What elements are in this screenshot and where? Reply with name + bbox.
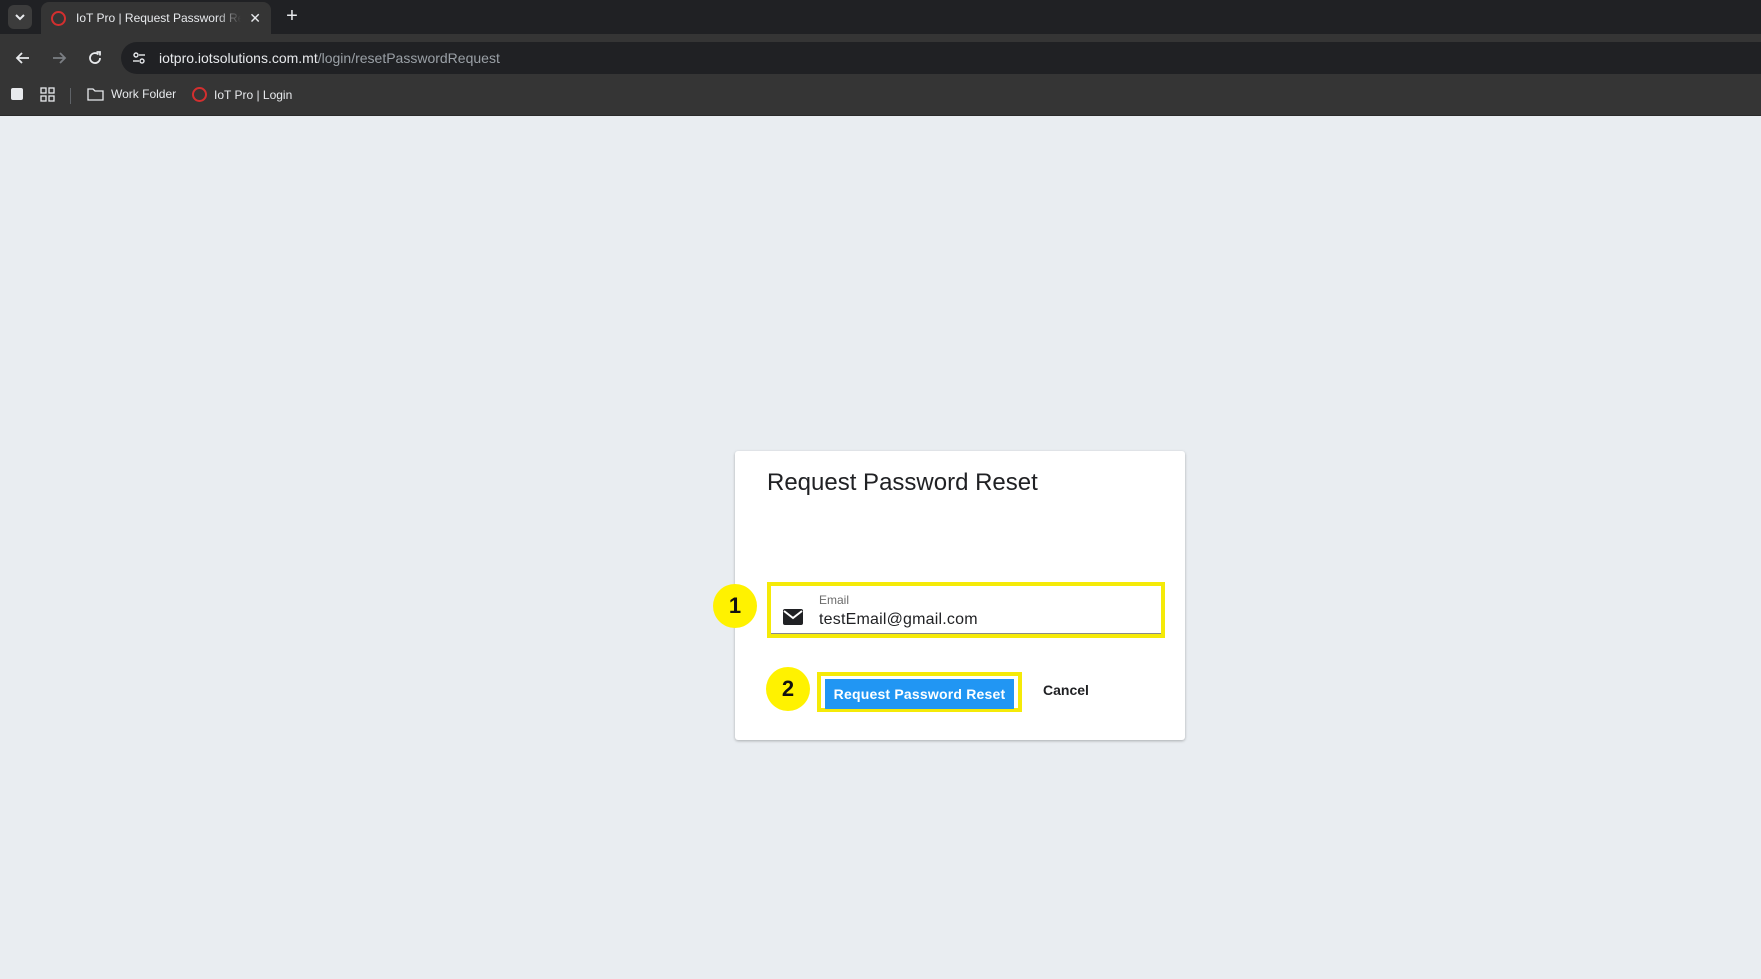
active-tab[interactable]: IoT Pro | Request Password Reset ✕ — [41, 2, 271, 34]
tab-title: IoT Pro | Request Password Reset — [76, 11, 241, 25]
email-field-highlight: Email — [767, 582, 1165, 638]
bookmarks-divider — [70, 88, 71, 104]
navigation-bar: iotpro.iotsolutions.com.mt/login/resetPa… — [0, 34, 1761, 76]
site-settings-icon[interactable] — [125, 44, 153, 72]
tab-search-button[interactable] — [8, 5, 32, 29]
bookmark-work-folder[interactable]: Work Folder — [87, 87, 176, 101]
chevron-down-icon — [15, 14, 25, 21]
page-title: Request Password Reset — [767, 469, 1038, 496]
email-input[interactable] — [819, 611, 1139, 629]
bookmark-app-square[interactable] — [10, 87, 24, 101]
iot-pro-ring-icon — [192, 87, 207, 102]
bookmark-iot-pro-login[interactable]: IoT Pro | Login — [192, 87, 292, 102]
url-path: /login/resetPasswordRequest — [317, 50, 500, 66]
submit-button-highlight: Request Password Reset — [817, 672, 1022, 712]
bookmarks-bar: Work Folder IoT Pro | Login — [0, 76, 1761, 116]
arrow-left-icon — [15, 52, 29, 64]
square-icon — [11, 88, 23, 100]
folder-icon — [87, 88, 104, 101]
tab-strip: IoT Pro | Request Password Reset ✕ + — [0, 0, 1761, 34]
step-badge-2: 2 — [766, 667, 810, 711]
back-button[interactable] — [12, 47, 34, 69]
new-tab-button[interactable]: + — [282, 6, 302, 26]
address-bar[interactable]: iotpro.iotsolutions.com.mt/login/resetPa… — [121, 42, 1761, 74]
cancel-button[interactable]: Cancel — [1031, 675, 1101, 705]
url-host: iotpro.iotsolutions.com.mt — [159, 50, 318, 66]
request-password-reset-button[interactable]: Request Password Reset — [825, 679, 1014, 709]
close-tab-icon[interactable]: ✕ — [249, 11, 261, 25]
email-underline — [771, 633, 1161, 634]
mail-icon — [783, 609, 803, 625]
apps-grid-icon — [40, 87, 55, 102]
arrow-right-icon — [53, 52, 67, 64]
bookmark-label: IoT Pro | Login — [214, 87, 293, 102]
bookmark-label: Work Folder — [111, 87, 177, 101]
url-text: iotpro.iotsolutions.com.mt/login/resetPa… — [159, 50, 500, 66]
step-badge-1: 1 — [713, 584, 757, 628]
forward-button[interactable] — [48, 47, 70, 69]
apps-button[interactable] — [40, 87, 55, 102]
reload-icon — [89, 51, 101, 64]
email-label: Email — [819, 593, 850, 607]
iot-pro-ring-icon — [51, 10, 66, 26]
reload-button[interactable] — [84, 47, 106, 69]
